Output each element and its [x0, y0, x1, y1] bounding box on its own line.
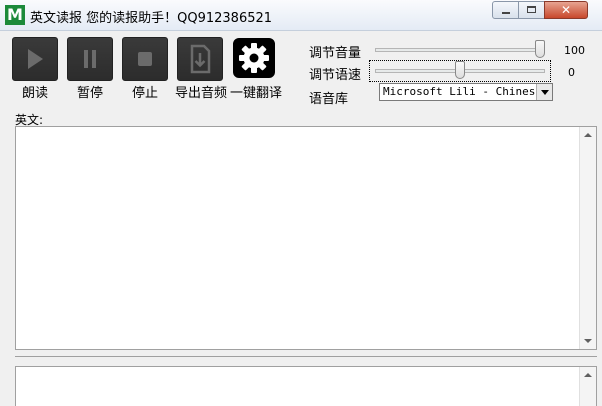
volume-slider-thumb[interactable]	[535, 40, 545, 58]
export-audio-label: 导出音频	[175, 86, 228, 101]
maximize-icon	[527, 6, 536, 13]
play-icon	[13, 38, 57, 80]
translation-textarea[interactable]	[15, 366, 597, 406]
app-window: M 英文读报 您的读报助手！QQ912386521 ✕ 朗读 暂停 停止 导出音…	[0, 0, 602, 406]
minimize-button[interactable]	[492, 1, 519, 19]
english-textarea[interactable]	[15, 126, 597, 350]
translation-text	[16, 367, 596, 371]
title-bar[interactable]: M 英文读报 您的读报助手！QQ912386521 ✕	[0, 0, 602, 31]
english-scrollbar[interactable]	[579, 127, 596, 349]
export-audio-button[interactable]	[177, 37, 223, 81]
chevron-down-icon[interactable]	[536, 84, 552, 100]
export-file-icon	[178, 38, 222, 80]
scroll-up-icon[interactable]	[584, 373, 592, 377]
minimize-icon	[502, 12, 510, 14]
voice-label: 语音库	[309, 92, 349, 107]
pane-divider[interactable]	[15, 356, 597, 357]
volume-label: 调节音量	[309, 46, 362, 61]
voice-select[interactable]: Microsoft Lili - Chinese	[379, 83, 553, 101]
gear-icon	[234, 39, 274, 77]
english-text	[16, 127, 596, 131]
speed-slider-thumb[interactable]	[455, 61, 465, 79]
pause-icon	[68, 38, 112, 80]
volume-slider-track[interactable]	[375, 48, 545, 52]
voice-select-value: Microsoft Lili - Chinese	[383, 85, 542, 98]
volume-value: 100	[564, 44, 585, 57]
read-aloud-label: 朗读	[22, 86, 49, 101]
window-title: 英文读报 您的读报助手！QQ912386521	[30, 11, 273, 26]
pause-button[interactable]	[67, 37, 113, 81]
translate-button[interactable]	[233, 38, 275, 78]
scroll-up-icon[interactable]	[584, 133, 592, 137]
speed-label: 调节语速	[309, 68, 362, 83]
pause-label: 暂停	[77, 86, 104, 101]
close-button[interactable]: ✕	[544, 1, 588, 19]
translate-label: 一键翻译	[230, 86, 283, 101]
stop-icon	[123, 38, 167, 80]
close-icon: ✕	[560, 3, 572, 17]
stop-label: 停止	[132, 86, 159, 101]
translation-scrollbar[interactable]	[579, 367, 596, 406]
stop-button[interactable]	[122, 37, 168, 81]
maximize-button[interactable]	[518, 1, 545, 19]
app-logo-icon: M	[5, 5, 25, 25]
speed-value: 0	[568, 66, 575, 79]
read-aloud-button[interactable]	[12, 37, 58, 81]
scroll-down-icon[interactable]	[584, 339, 592, 343]
